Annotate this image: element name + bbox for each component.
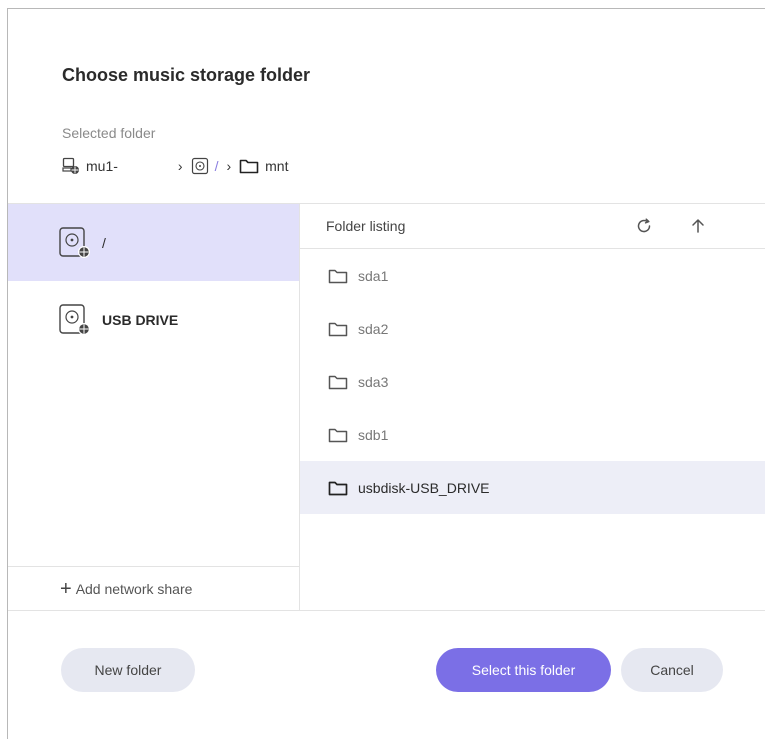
folder-name: sda2 xyxy=(358,320,389,337)
folder-name: sda3 xyxy=(358,373,389,390)
hard-drive-icon xyxy=(58,303,92,337)
folder-name: sdb1 xyxy=(358,426,389,443)
cancel-button[interactable]: Cancel xyxy=(621,648,723,692)
breadcrumb-item-root[interactable]: / xyxy=(191,157,219,175)
breadcrumb-label: mu1- xyxy=(86,158,118,174)
disc-drive-icon xyxy=(191,157,209,175)
folder-icon xyxy=(328,374,348,390)
folder-listing-header: Folder listing xyxy=(300,204,765,249)
plus-icon: + xyxy=(60,577,72,600)
selected-folder-label: Selected folder xyxy=(62,125,156,141)
breadcrumb-label: mnt xyxy=(265,158,289,174)
folder-name: sda1 xyxy=(358,267,389,284)
folder-name: usbdisk-USB_DRIVE xyxy=(358,479,490,496)
drive-label: USB DRIVE xyxy=(102,311,179,328)
drive-list: / USB DRIVE + Add network share xyxy=(8,204,300,610)
select-this-folder-button[interactable]: Select this folder xyxy=(436,648,611,692)
breadcrumb-label: / xyxy=(214,158,219,174)
folder-row-sda2[interactable]: sda2 xyxy=(300,302,765,355)
folder-listing: Folder listing sda1 sda2 sda3 sdb1 usbdi… xyxy=(300,204,765,610)
folder-chooser-dialog: Choose music storage folder Selected fol… xyxy=(7,8,765,739)
drive-item-usb[interactable]: USB DRIVE xyxy=(8,281,299,358)
divider xyxy=(8,610,765,611)
hard-drive-icon xyxy=(58,226,92,260)
add-network-share-label: Add network share xyxy=(75,580,193,597)
folder-icon xyxy=(328,480,348,496)
folder-row-sdb1[interactable]: sdb1 xyxy=(300,408,765,461)
drive-label: / xyxy=(102,234,106,251)
folder-icon xyxy=(328,268,348,284)
drive-item-root[interactable]: / xyxy=(8,204,299,281)
network-computer-icon xyxy=(62,157,80,175)
breadcrumb-item-mnt[interactable]: mnt xyxy=(239,158,288,174)
breadcrumb-item-host[interactable]: mu1- xyxy=(62,157,118,175)
breadcrumb-separator: › xyxy=(226,158,232,174)
breadcrumb-separator: › xyxy=(177,158,183,174)
add-network-share-button[interactable]: + Add network share xyxy=(8,566,299,610)
arrow-up-icon[interactable] xyxy=(686,214,710,238)
folder-icon xyxy=(328,321,348,337)
dialog-title: Choose music storage folder xyxy=(62,65,311,85)
folder-listing-title: Folder listing xyxy=(326,218,406,234)
folder-icon xyxy=(239,158,259,174)
refresh-icon[interactable] xyxy=(632,214,656,238)
breadcrumb: mu1- › / › mnt xyxy=(62,155,288,177)
folder-row-sda3[interactable]: sda3 xyxy=(300,355,765,408)
new-folder-button[interactable]: New folder xyxy=(61,648,195,692)
folder-icon xyxy=(328,427,348,443)
folder-row-usbdisk[interactable]: usbdisk-USB_DRIVE xyxy=(300,461,765,514)
folder-row-sda1[interactable]: sda1 xyxy=(300,249,765,302)
